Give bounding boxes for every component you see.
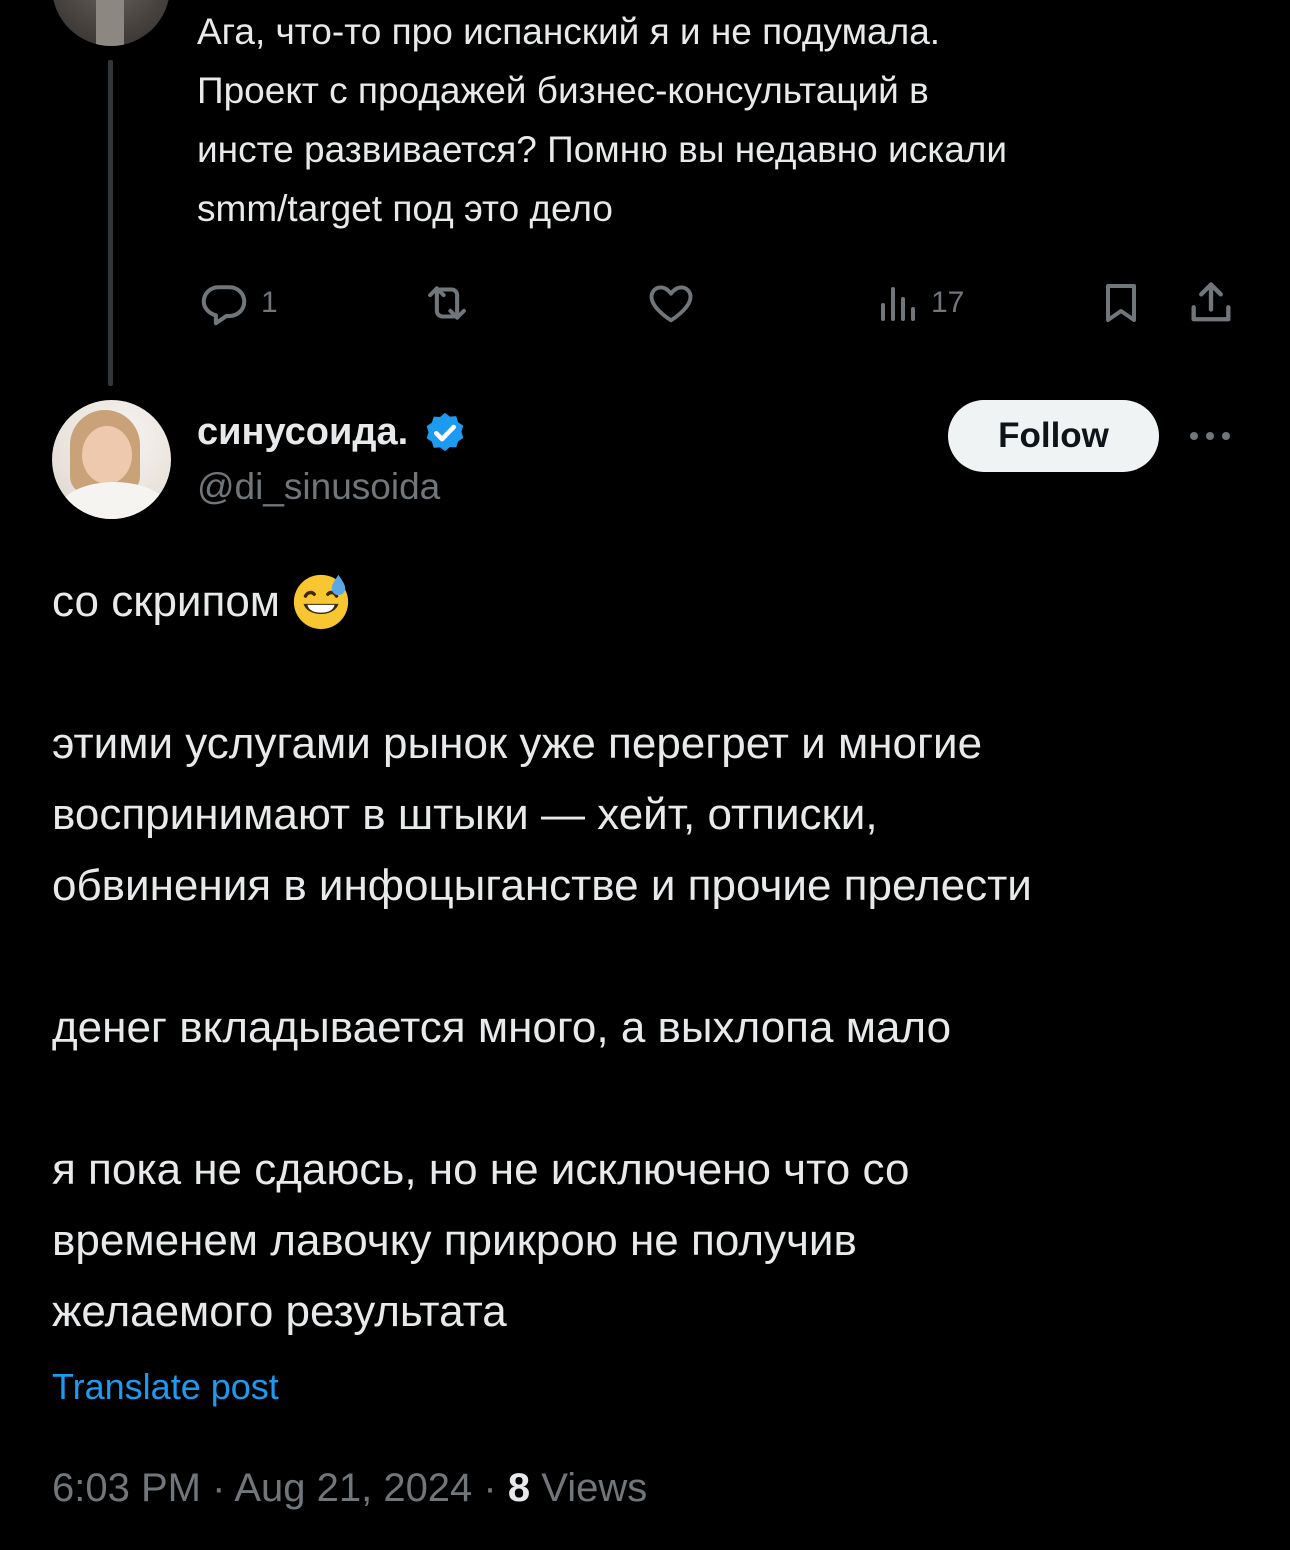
parent-action-bar: 1 17 — [197, 276, 1237, 330]
retweet-button[interactable] — [419, 276, 475, 330]
tweet-body: со скрипом этими услугами рынок уже пере… — [52, 566, 1252, 1347]
translate-post-link[interactable]: Translate post — [52, 1366, 279, 1408]
tweet-time[interactable]: 6:03 PM — [52, 1466, 201, 1510]
reply-count: 1 — [261, 286, 278, 319]
tweet-paragraph: денег вкладывается много, а выхлопа мало — [52, 992, 1252, 1063]
bookmark-button[interactable] — [1097, 276, 1145, 330]
follow-button[interactable]: Follow — [948, 400, 1159, 472]
views-bar-icon — [881, 287, 915, 321]
tweet-views-count: 8 — [507, 1466, 531, 1510]
author-avatar[interactable] — [52, 400, 171, 519]
avatar-figure — [96, 0, 124, 46]
reply-icon — [201, 285, 247, 326]
tweet-views-label: Views — [541, 1466, 648, 1510]
meta-separator: · — [200, 1466, 235, 1510]
tweet-text-line: денег вкладывается много, а выхлопа мало — [52, 1003, 952, 1052]
views-count: 17 — [931, 286, 965, 319]
tweet-text-line: я пока не сдаюсь, но не исключено что со — [52, 1145, 910, 1194]
tweet-text-line: воспринимают в штыки — хейт, отписки, — [52, 790, 878, 839]
tweet-paragraph: я пока не сдаюсь, но не исключено что со… — [52, 1134, 1252, 1347]
avatar-face — [82, 426, 132, 484]
like-button[interactable] — [645, 276, 697, 330]
tweet-paragraph: этими услугами рынок уже перегрет и мног… — [52, 708, 1252, 921]
parent-tweet-text: Ага, что-то про испанский я и не подумал… — [197, 2, 1247, 238]
tweet-text-line: желаемого результата — [52, 1287, 507, 1336]
author-handle[interactable]: @di_sinusoida — [197, 466, 440, 508]
tweet-text-line: временем лавочку прикрою не получив — [52, 1216, 857, 1265]
tweet-meta: 6:03 PM · Aug 21, 2024 · 8 Views — [52, 1466, 647, 1511]
display-name-text: синусоида. — [197, 410, 409, 453]
bookmark-icon — [1106, 284, 1136, 322]
share-icon — [1191, 282, 1231, 322]
heart-icon — [649, 285, 693, 323]
reply-button[interactable]: 1 — [197, 276, 278, 330]
share-button[interactable] — [1185, 276, 1237, 330]
parent-text-line: smm/target под это дело — [197, 188, 613, 229]
meta-separator: · — [472, 1466, 508, 1510]
verified-badge-icon[interactable] — [420, 407, 470, 457]
thread-connector-line — [108, 60, 113, 386]
more-dots-icon[interactable] — [1186, 420, 1234, 452]
tweet-text-line: этими услугами рынок уже перегрет и мног… — [52, 719, 983, 768]
parent-text-line: Проект с продажей бизнес-консультаций в — [197, 70, 929, 111]
tweet-paragraph: со скрипом — [52, 566, 1252, 637]
grinning-face-with-sweat-emoji — [293, 575, 349, 630]
tweet-text-line: обвинения в инфоцыганстве и прочие преле… — [52, 861, 1032, 910]
parent-avatar[interactable] — [52, 0, 170, 46]
retweet-icon — [428, 286, 466, 320]
author-display-name[interactable]: синусоида. — [197, 404, 470, 460]
tweet-date[interactable]: Aug 21, 2024 — [234, 1466, 472, 1510]
parent-text-line: инсте развивается? Помню вы недавно иска… — [197, 129, 1008, 170]
views-button[interactable]: 17 — [873, 276, 964, 330]
parent-text-line: Ага, что-то про испанский я и не подумал… — [197, 11, 941, 52]
tweet-text: со скрипом — [52, 577, 281, 626]
